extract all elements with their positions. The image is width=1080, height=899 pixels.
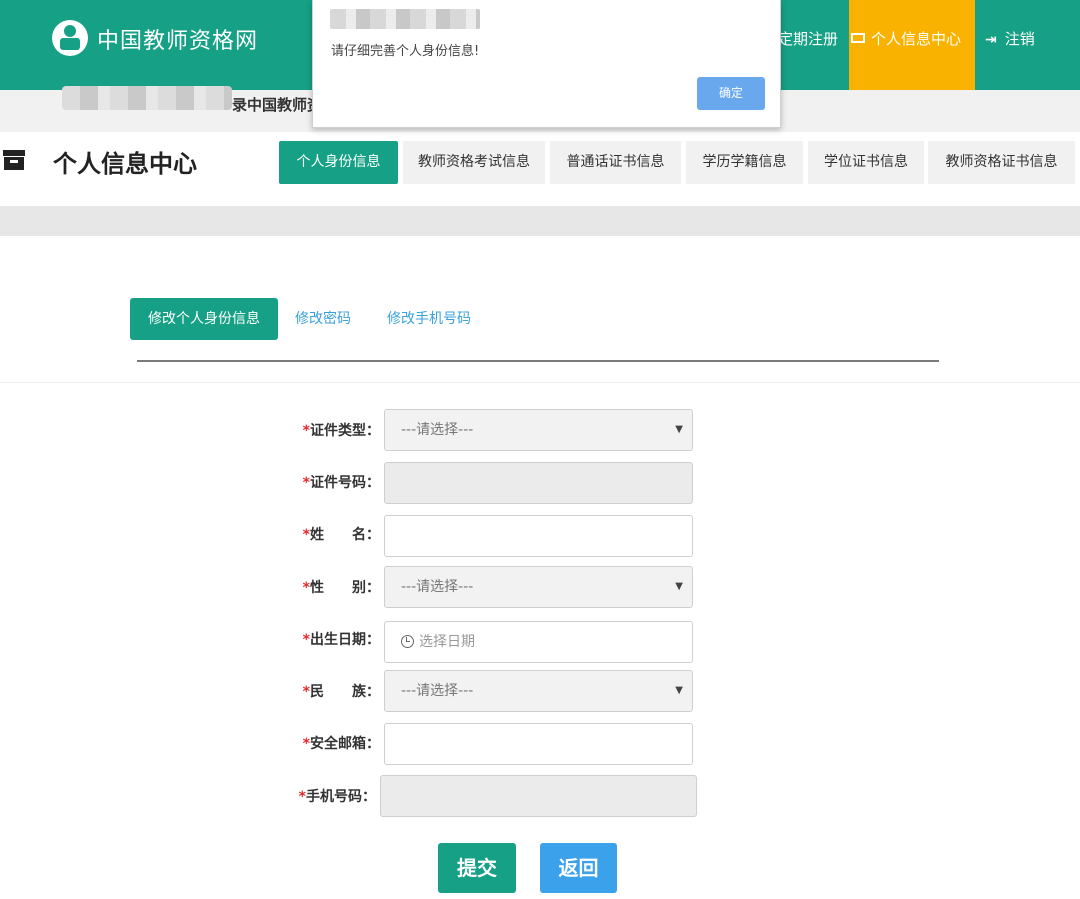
tab-teacher-certificate[interactable]: 教师资格证书信息 [928,141,1075,184]
phone-field[interactable] [380,775,697,817]
subtab-change-phone[interactable]: 修改手机号码 [387,298,471,340]
tab-teacher-exam[interactable]: 教师资格考试信息 [403,141,545,184]
birth-date-picker[interactable]: 选择日期 [384,621,693,663]
clock-icon [401,635,414,648]
divider [0,382,1080,383]
gender-label: *性 别： [302,580,380,596]
id-type-select[interactable]: ---请选择--- ▼ [384,409,693,451]
nav-periodic-registration[interactable]: 定期注册 [778,0,838,90]
id-number-label: *证件号码： [302,475,380,491]
monitor-icon [851,32,865,43]
chevron-down-icon: ▼ [675,685,683,696]
tab-education-record[interactable]: 学历学籍信息 [686,141,803,184]
alert-dialog: 请仔细完善个人身份信息! 确定 [312,0,781,128]
birth-date-label: *出生日期： [302,632,380,648]
subtab-change-password[interactable]: 修改密码 [295,298,351,340]
id-type-label: *证件类型： [302,423,380,439]
site-title[interactable]: 中国教师资格网 [97,23,258,55]
blurred-text [62,86,232,110]
gender-select[interactable]: ---请选择--- ▼ [384,566,693,608]
tab-degree-certificate[interactable]: 学位证书信息 [808,141,924,184]
subtab-edit-identity[interactable]: 修改个人身份信息 [130,298,278,340]
blurred-dialog-title [330,9,480,29]
site-logo-icon[interactable] [52,20,88,56]
chevron-down-icon: ▼ [675,581,683,592]
breadcrumb: 录中国教师资 [232,96,323,114]
ethnicity-label: *民 族： [302,684,380,700]
archive-box-icon [3,150,25,170]
email-label: *安全邮箱： [302,736,380,752]
email-input[interactable] [384,723,693,765]
logout-icon: ⇥ [985,32,997,48]
name-label: *姓 名： [302,527,380,543]
page-title: 个人信息中心 [53,150,197,178]
nav-logout-label: 注销 [1004,30,1035,48]
ethnicity-select[interactable]: ---请选择--- ▼ [384,670,693,712]
phone-label: *手机号码： [298,789,376,805]
name-input[interactable] [384,515,693,557]
chevron-down-icon: ▼ [675,424,683,435]
submit-button[interactable]: 提交 [438,843,516,893]
id-number-field[interactable] [384,462,693,504]
subtab-underline [137,360,939,362]
section-divider-band [0,206,1080,236]
back-button[interactable]: 返回 [540,843,617,893]
nav-logout[interactable]: ⇥ 注销 [985,0,1035,90]
nav-personal-center-label: 个人信息中心 [871,30,962,48]
dialog-message: 请仔细完善个人身份信息! [331,44,480,59]
nav-personal-center[interactable]: 个人信息中心 [849,0,975,90]
tab-personal-identity[interactable]: 个人身份信息 [279,141,398,184]
tab-mandarin-certificate[interactable]: 普通话证书信息 [550,141,681,184]
dialog-ok-button[interactable]: 确定 [697,77,765,110]
